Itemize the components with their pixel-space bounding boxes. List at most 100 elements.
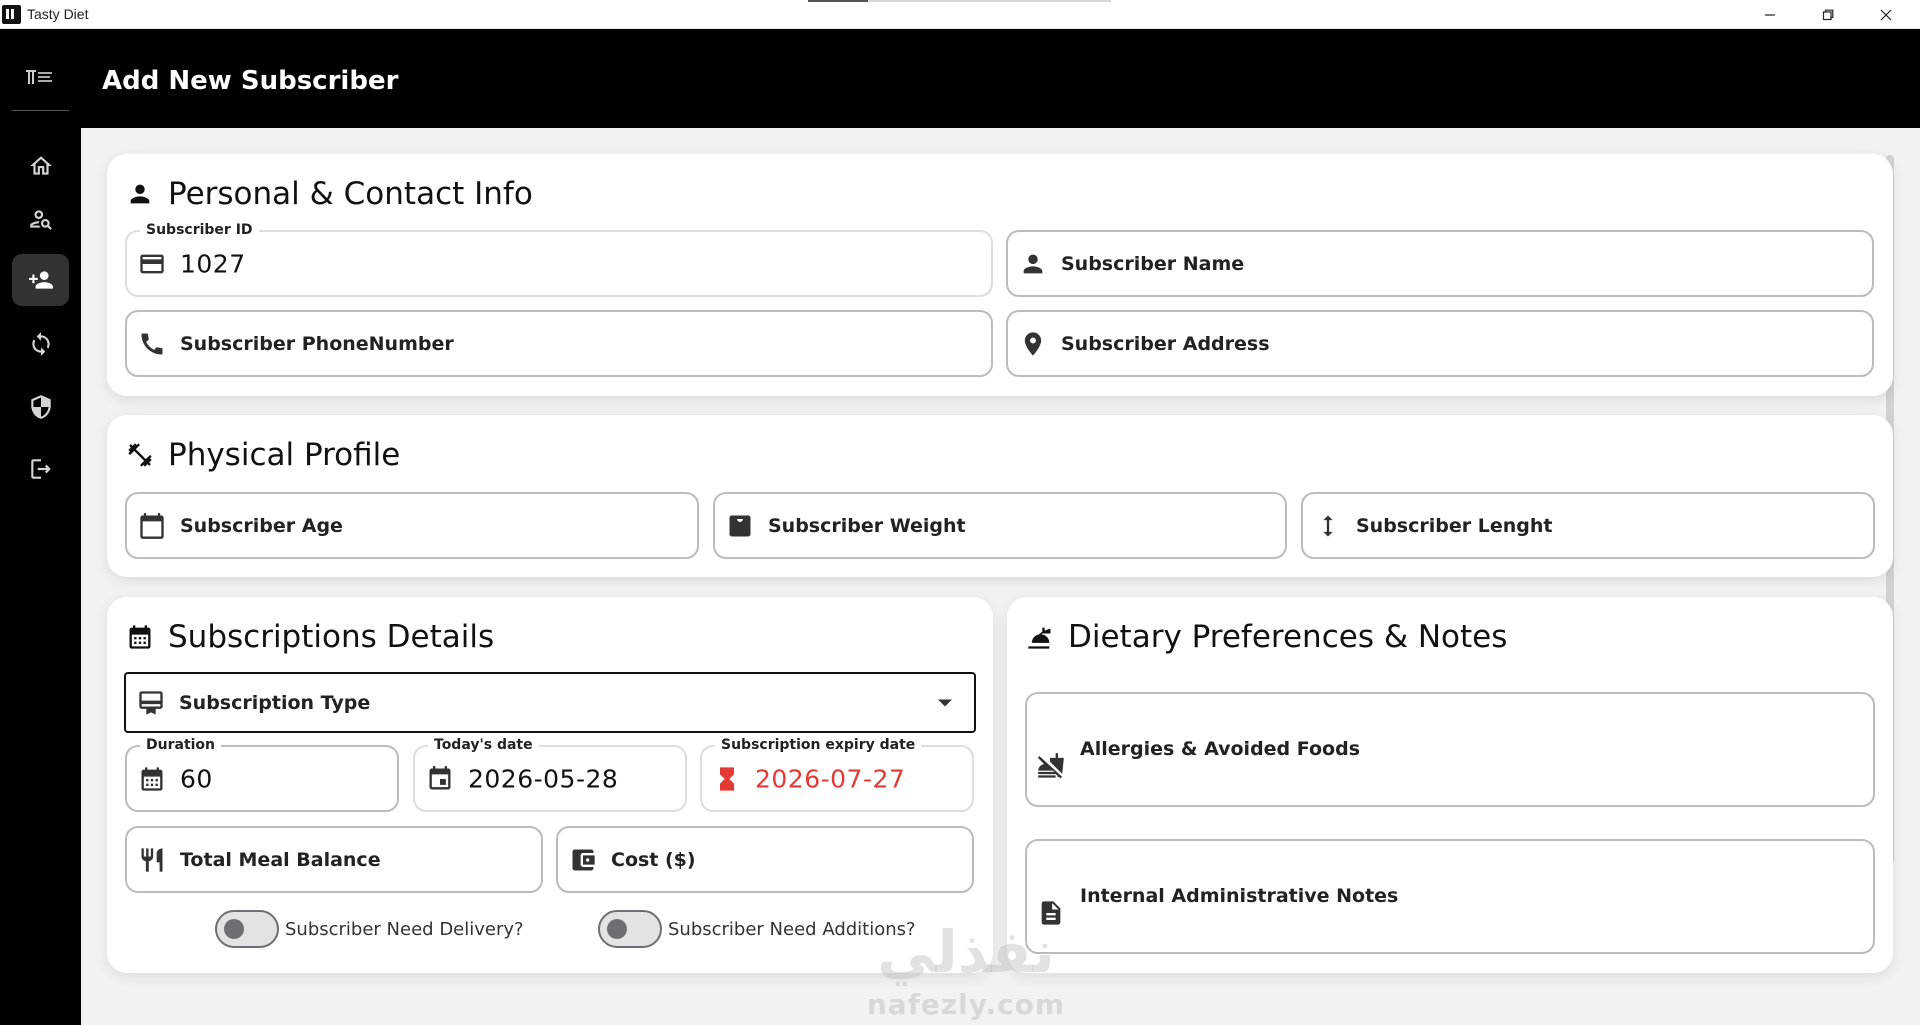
dietary-preferences-card: Dietary Preferences & Notes Allergies & … <box>1007 597 1893 973</box>
cost-field[interactable]: Cost ($) <box>556 826 974 893</box>
subscriber-name-placeholder: Subscriber Name <box>1061 252 1245 275</box>
restore-button[interactable] <box>1799 0 1857 29</box>
expiry-date-field[interactable]: Subscription expiry date 2026-07-27 <box>700 737 974 812</box>
additions-switch-knob <box>607 919 627 939</box>
additions-toggle[interactable]: Subscriber Need Additions? <box>598 910 916 948</box>
dietary-preferences-title-text: Dietary Preferences & Notes <box>1068 619 1508 655</box>
sidebar-item-add-subscriber[interactable] <box>12 254 69 306</box>
delivery-label: Subscriber Need Delivery? <box>285 918 524 940</box>
today-date-field[interactable]: Today's date 2026-05-28 <box>413 737 687 812</box>
subscription-details-title: Subscriptions Details <box>126 619 494 655</box>
person-icon <box>130 184 150 204</box>
tasty-diet-logo-icon <box>26 70 52 84</box>
subscriber-name-field[interactable]: Subscriber Name <box>1006 230 1874 297</box>
subscription-details-title-text: Subscriptions Details <box>168 619 495 655</box>
subscriber-phone-placeholder: Subscriber PhoneNumber <box>180 332 454 355</box>
personal-contact-card: Personal & Contact Info Subscriber ID 10… <box>107 154 1893 396</box>
admin-notes-placeholder: Internal Administrative Notes <box>1080 885 1399 907</box>
window-titlebar: Tasty Diet <box>0 0 1920 29</box>
scale-icon <box>726 512 754 540</box>
duration-field[interactable]: Duration 60 <box>125 737 399 812</box>
restaurant-icon <box>138 846 166 874</box>
calendar-month-icon <box>138 765 166 793</box>
subscriber-id-value: 1027 <box>180 249 246 278</box>
sidebar-item-logout[interactable] <box>12 443 69 495</box>
sync-icon <box>31 332 50 356</box>
subscriber-weight-placeholder: Subscriber Weight <box>768 514 966 537</box>
duration-value: 60 <box>180 764 213 793</box>
subscriber-weight-field[interactable]: Subscriber Weight <box>713 492 1287 559</box>
wallet-icon <box>569 846 597 874</box>
person-icon <box>1019 250 1047 278</box>
total-meal-balance-placeholder: Total Meal Balance <box>180 848 381 871</box>
subscription-details-card: Subscriptions Details Subscription Type … <box>107 597 993 973</box>
description-icon <box>1037 899 1065 927</box>
physical-profile-title: Physical Profile <box>126 437 400 473</box>
admin-notes-field[interactable]: Internal Administrative Notes <box>1025 839 1875 954</box>
person-add-icon <box>28 271 53 289</box>
loading-indicator <box>808 0 1111 2</box>
page-title: Add New Subscriber <box>102 66 399 96</box>
subscriber-address-field[interactable]: Subscriber Address <box>1006 310 1874 377</box>
no-food-icon <box>1037 752 1065 780</box>
allergies-placeholder: Allergies & Avoided Foods <box>1080 738 1360 760</box>
subscription-type-dropdown[interactable]: Subscription Type <box>124 672 976 733</box>
subscriber-id-label: Subscriber ID <box>140 222 259 238</box>
logout-icon <box>30 459 51 479</box>
phone-icon <box>138 330 166 358</box>
allergies-field[interactable]: Allergies & Avoided Foods <box>1025 692 1875 807</box>
subscriber-address-placeholder: Subscriber Address <box>1061 332 1270 355</box>
credit-card-icon <box>138 250 166 278</box>
subscriber-phone-field[interactable]: Subscriber PhoneNumber <box>125 310 993 377</box>
window-title: Tasty Diet <box>27 6 89 22</box>
today-date-label: Today's date <box>428 737 539 753</box>
page-header: Add New Subscriber <box>81 29 1920 128</box>
chevron-down-icon <box>938 699 952 706</box>
hourglass-icon <box>713 765 741 793</box>
physical-profile-title-text: Physical Profile <box>168 437 401 473</box>
home-icon <box>29 156 52 175</box>
cost-placeholder: Cost ($) <box>611 848 696 871</box>
food-bank-icon <box>1028 627 1051 649</box>
height-icon <box>1314 512 1342 540</box>
fitness-icon <box>128 443 152 467</box>
subscriber-length-placeholder: Subscriber Lenght <box>1356 514 1553 537</box>
sidebar <box>0 29 81 1025</box>
person-search-icon <box>29 210 52 230</box>
location-pin-icon <box>1019 330 1047 358</box>
calendar-month-icon <box>129 625 151 649</box>
delivery-switch[interactable] <box>215 910 279 948</box>
dietary-preferences-title: Dietary Preferences & Notes <box>1026 619 1507 655</box>
delivery-toggle[interactable]: Subscriber Need Delivery? <box>215 910 524 948</box>
event-icon <box>426 765 454 793</box>
shield-icon <box>30 395 51 419</box>
app-logo-icon <box>2 5 21 24</box>
subscriber-id-field[interactable]: Subscriber ID 1027 <box>125 222 993 297</box>
sidebar-divider <box>12 110 69 111</box>
sidebar-item-security[interactable] <box>12 381 69 433</box>
personal-contact-title-text: Personal & Contact Info <box>168 176 533 212</box>
minimize-button[interactable] <box>1741 0 1799 29</box>
subscription-type-placeholder: Subscription Type <box>179 691 371 714</box>
expiry-date-label: Subscription expiry date <box>715 737 922 753</box>
total-meal-balance-field[interactable]: Total Meal Balance <box>125 826 543 893</box>
sidebar-item-search-subscriber[interactable] <box>12 193 69 245</box>
subscriber-age-placeholder: Subscriber Age <box>180 514 343 537</box>
close-button[interactable] <box>1857 0 1915 29</box>
close-icon <box>1880 9 1892 20</box>
today-date-value: 2026-05-28 <box>468 764 619 793</box>
calendar-icon <box>138 512 166 540</box>
card-membership-icon <box>137 689 165 717</box>
delivery-switch-knob <box>224 919 244 939</box>
additions-label: Subscriber Need Additions? <box>668 918 916 940</box>
restore-icon <box>1822 9 1834 20</box>
watermark-latin: nafezly.com <box>866 988 1066 1021</box>
physical-profile-card: Physical Profile Subscriber Age Subscrib… <box>107 415 1893 577</box>
sidebar-item-home[interactable] <box>12 140 69 192</box>
minimize-icon <box>1765 13 1775 16</box>
additions-switch[interactable] <box>598 910 662 948</box>
sidebar-item-renew[interactable] <box>12 318 69 370</box>
subscriber-age-field[interactable]: Subscriber Age <box>125 492 699 559</box>
personal-contact-title: Personal & Contact Info <box>126 176 533 212</box>
subscriber-length-field[interactable]: Subscriber Lenght <box>1301 492 1875 559</box>
